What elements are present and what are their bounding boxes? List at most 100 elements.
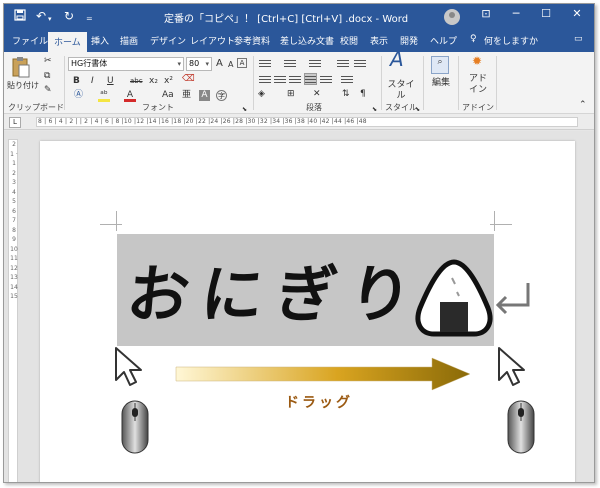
char-shading-icon[interactable]: A — [199, 90, 210, 101]
bullets-icon[interactable] — [259, 58, 271, 68]
styles-group-label: スタイル — [385, 103, 417, 112]
superscript-button[interactable]: x² — [164, 76, 173, 87]
phonetic-icon[interactable]: 亜 — [182, 90, 191, 101]
font-name-combo[interactable]: HG行書体 ▾ — [68, 57, 184, 71]
document-page[interactable]: おにぎり ドラッグ — [40, 141, 575, 482]
sort-icon[interactable]: ⇅ — [342, 89, 350, 100]
font-size-value: 80 — [189, 59, 200, 68]
font-color-icon[interactable]: A — [124, 90, 136, 102]
distributed-icon[interactable] — [320, 74, 332, 84]
undo-icon[interactable]: ↶ — [36, 9, 46, 23]
text-effects-icon[interactable]: Ⓐ — [74, 90, 83, 101]
vertical-ruler-numbers: 2 1 · 1 2 3 4 5 6 7 8 9 10 11 12 13 14 1… — [10, 141, 18, 300]
format-painter-icon[interactable]: ✎ — [44, 85, 52, 96]
drag-label: ドラッグ — [285, 395, 353, 411]
italic-button[interactable]: I — [91, 76, 94, 87]
paste-button[interactable]: 貼り付け — [7, 80, 39, 91]
restore-button[interactable]: ☐ — [536, 7, 556, 20]
decrease-indent-icon[interactable] — [337, 58, 349, 68]
clear-format-icon[interactable]: ⌫ — [182, 74, 195, 85]
tab-developer[interactable]: 開発 — [400, 34, 418, 47]
tab-mailings[interactable]: 差し込み文書 — [280, 34, 334, 47]
horizontal-ruler: L 8 | 6 | 4 | 2 | | 2 | 4 | 6 | 8 |10 |1… — [4, 114, 594, 130]
ribbon-home: 貼り付け ✂ ⧉ ✎ クリップボード HG行書体 ▾ 80 ▾ A A A B I … — [4, 49, 594, 114]
search-icon[interactable]: ⌕ — [431, 56, 449, 74]
computer-mouse-icon — [507, 400, 535, 454]
tab-selector[interactable]: L — [9, 117, 21, 128]
addins-group-label: アドイン — [462, 103, 494, 112]
tab-review[interactable]: 校閲 — [340, 34, 358, 47]
cut-icon[interactable]: ✂ — [44, 56, 52, 67]
tab-view[interactable]: 表示 — [370, 34, 388, 47]
customize-toolbar-icon[interactable]: = — [86, 12, 93, 26]
lightbulb-icon: ♀ — [470, 34, 477, 44]
justify-icon[interactable] — [304, 73, 317, 85]
group-divider — [496, 56, 497, 110]
addins-icon[interactable]: ✹ — [472, 55, 482, 67]
undo-dropdown-icon[interactable]: ▾ — [48, 12, 52, 26]
tab-insert[interactable]: 挿入 — [91, 34, 109, 47]
multilevel-list-icon[interactable] — [309, 58, 321, 68]
ribbon-tabs: ファイル ホーム 挿入 描画 デザイン レイアウト 参考資料 差し込み文書 校閲… — [4, 30, 594, 53]
show-marks-icon[interactable]: ¶ — [360, 89, 366, 100]
vertical-ruler[interactable]: 2 1 · 1 2 3 4 5 6 7 8 9 10 11 12 13 14 1… — [8, 139, 18, 482]
onigiri-icon — [415, 259, 493, 337]
font-size-combo[interactable]: 80 ▾ — [186, 57, 212, 71]
align-left-icon[interactable] — [259, 74, 271, 84]
font-name-value: HG行書体 — [71, 59, 108, 68]
tab-references[interactable]: 参考資料 — [234, 34, 270, 47]
shading-icon[interactable]: ◈ — [258, 89, 265, 100]
group-divider — [458, 56, 459, 110]
drag-arrow — [175, 357, 471, 391]
close-button[interactable]: ✕ — [567, 7, 587, 20]
char-border-icon[interactable]: A — [237, 58, 247, 68]
styles-icon[interactable]: A — [390, 49, 404, 69]
change-case-icon[interactable]: Aa — [162, 90, 174, 101]
crop-mark — [116, 211, 117, 231]
addins-button[interactable]: アド イン — [464, 74, 492, 96]
tell-me-search[interactable]: 何をしますか — [484, 34, 538, 47]
styles-button[interactable]: スタイル — [386, 80, 416, 102]
tab-layout[interactable]: レイアウト — [190, 34, 235, 47]
increase-indent-icon[interactable] — [354, 58, 366, 68]
return-arrow-icon — [495, 283, 530, 315]
align-center-icon[interactable] — [274, 74, 286, 84]
ruler-numbers: 8 | 6 | 4 | 2 | | 2 | 4 | 6 | 8 |10 |12 … — [38, 118, 367, 125]
crop-mark — [100, 224, 122, 225]
grow-font-icon[interactable]: A — [216, 58, 223, 69]
ribbon-display-icon[interactable]: ⊡ — [476, 7, 496, 20]
collapse-ribbon-icon[interactable]: ⌃ — [579, 100, 587, 111]
copy-icon[interactable]: ⧉ — [44, 71, 50, 82]
bold-button[interactable]: B — [73, 76, 80, 87]
paste-icon[interactable] — [10, 56, 32, 82]
redo-icon[interactable]: ↻ — [64, 9, 74, 23]
text-direction-icon[interactable]: ✕ — [313, 89, 321, 100]
shrink-font-icon[interactable]: A — [228, 59, 233, 70]
borders-icon[interactable]: ⊞ — [287, 89, 295, 100]
subscript-button[interactable]: x₂ — [149, 76, 158, 87]
document-body-text[interactable]: おにぎり — [123, 244, 428, 334]
line-spacing-icon[interactable] — [341, 74, 353, 84]
tab-design[interactable]: デザイン — [150, 34, 186, 47]
tab-home[interactable]: ホーム — [48, 32, 87, 53]
minimize-button[interactable]: ─ — [506, 7, 526, 20]
strikethrough-button[interactable]: abc — [130, 76, 143, 87]
crop-mark — [490, 224, 512, 225]
align-right-icon[interactable] — [289, 74, 301, 84]
editing-button[interactable]: 編集 — [428, 78, 454, 89]
chevron-down-icon: ▾ — [205, 60, 209, 68]
word-window: ↶ ▾ ↻ = 定番の「コピペ」！ [Ctrl+C] [Ctrl+V] .doc… — [3, 3, 595, 483]
document-area: 2 1 · 1 2 3 4 5 6 7 8 9 10 11 12 13 14 1… — [4, 131, 594, 482]
save-icon[interactable] — [14, 9, 26, 24]
numbering-icon[interactable] — [284, 58, 296, 68]
tab-file[interactable]: ファイル — [12, 34, 48, 47]
highlight-icon[interactable]: ᵃᵇ — [98, 90, 110, 102]
account-avatar-icon[interactable] — [444, 9, 460, 25]
enclosed-char-icon[interactable]: 字 — [216, 90, 227, 101]
group-divider — [423, 56, 424, 110]
underline-button[interactable]: U — [107, 76, 114, 87]
title-bar: ↶ ▾ ↻ = 定番の「コピペ」！ [Ctrl+C] [Ctrl+V] .doc… — [4, 4, 594, 30]
tab-help[interactable]: ヘルプ — [430, 34, 457, 47]
tab-draw[interactable]: 描画 — [120, 34, 138, 47]
comments-icon[interactable]: ▭ — [574, 34, 583, 44]
